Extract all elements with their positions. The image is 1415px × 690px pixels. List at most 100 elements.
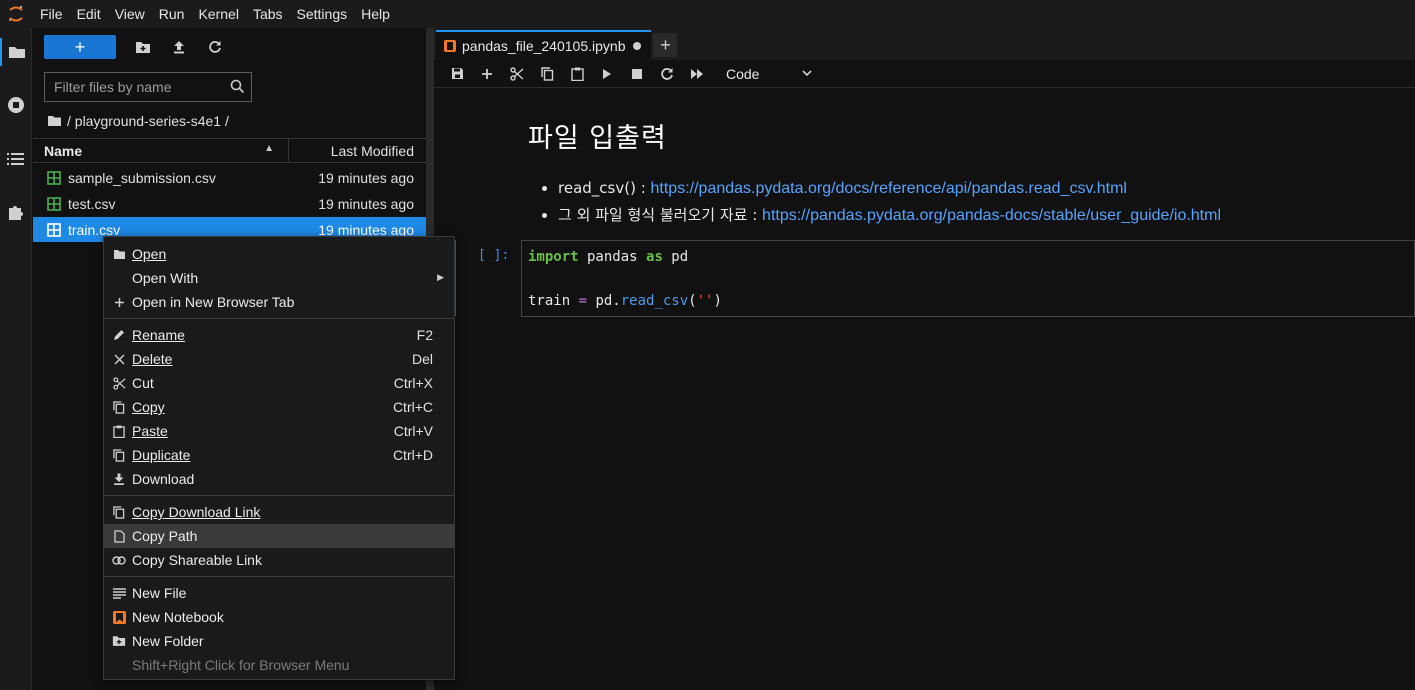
code-keyword: import bbox=[528, 249, 579, 265]
code-cell[interactable]: [ ]: import pandas as pd train = pd.read… bbox=[434, 240, 1415, 318]
code-text: pandas bbox=[578, 249, 647, 265]
notebook-icon bbox=[104, 610, 132, 624]
toc-icon[interactable] bbox=[0, 145, 32, 173]
folder-icon bbox=[104, 249, 132, 260]
restart-icon[interactable] bbox=[652, 62, 682, 86]
menu-item-label: Copy Shareable Link bbox=[132, 552, 262, 568]
menu-item-rename[interactable]: Rename F2 bbox=[104, 323, 454, 347]
extension-icon[interactable] bbox=[0, 198, 32, 226]
menu-item-new-file[interactable]: New File bbox=[104, 581, 454, 605]
menu-divider bbox=[104, 576, 454, 577]
menu-item-open[interactable]: Open bbox=[104, 242, 454, 266]
menu-item-label: Duplicate bbox=[132, 447, 191, 463]
doc-link[interactable]: https://pandas.pydata.org/docs/reference… bbox=[651, 180, 1127, 197]
list-item: read_csv() : https://pandas.pydata.org/d… bbox=[558, 175, 1221, 202]
csv-file-icon bbox=[47, 222, 61, 237]
filter-files-field[interactable] bbox=[44, 72, 252, 102]
unsaved-dot-icon[interactable] bbox=[633, 42, 642, 50]
menu-item-label: Copy bbox=[132, 399, 165, 415]
menu-item-duplicate[interactable]: Duplicate Ctrl+D bbox=[104, 443, 454, 467]
menu-item-delete[interactable]: Delete Del bbox=[104, 347, 454, 371]
copy-icon bbox=[104, 505, 132, 519]
fast-forward-icon[interactable] bbox=[682, 62, 712, 86]
menu-item-cut[interactable]: Cut Ctrl+X bbox=[104, 371, 454, 395]
run-icon[interactable] bbox=[592, 62, 622, 86]
menu-item-copy-download-link[interactable]: Copy Download Link bbox=[104, 500, 454, 524]
add-tab-button[interactable]: + bbox=[653, 33, 678, 57]
stop-icon[interactable] bbox=[622, 62, 652, 86]
menu-item-copy[interactable]: Copy Ctrl+C bbox=[104, 395, 454, 419]
code-operator: = bbox=[578, 293, 588, 309]
menu-item-open-new-tab[interactable]: Open in New Browser Tab bbox=[104, 290, 454, 314]
save-icon[interactable] bbox=[442, 62, 472, 86]
menu-settings[interactable]: Settings bbox=[290, 0, 355, 28]
menu-item-download[interactable]: Download bbox=[104, 467, 454, 491]
menu-file[interactable]: File bbox=[32, 0, 70, 28]
cell-type-value: Code bbox=[726, 65, 760, 82]
tab-label: pandas_file_240105.ipynb bbox=[462, 38, 626, 54]
menu-item-new-notebook[interactable]: New Notebook bbox=[104, 605, 454, 629]
menu-item-label: Paste bbox=[132, 423, 168, 439]
new-folder-icon bbox=[104, 635, 132, 647]
menu-run[interactable]: Run bbox=[152, 0, 192, 28]
plus-icon bbox=[104, 297, 132, 308]
markdown-heading: 파일 입출력 bbox=[528, 123, 667, 154]
tab-notebook[interactable]: pandas_file_240105.ipynb bbox=[436, 30, 652, 60]
menu-tabs[interactable]: Tabs bbox=[246, 0, 290, 28]
name-column-header[interactable]: Name ▲ bbox=[33, 139, 289, 162]
paste-icon bbox=[104, 425, 132, 438]
menu-item-label: Shift+Right Click for Browser Menu bbox=[132, 657, 350, 673]
code-editor[interactable]: import pandas as pd train = pd.read_csv(… bbox=[521, 240, 1415, 317]
new-folder-icon[interactable] bbox=[128, 35, 158, 59]
menu-item-copy-path[interactable]: Copy Path bbox=[104, 524, 454, 548]
notebook-area: pandas_file_240105.ipynb + Code 파일 입출력 •… bbox=[434, 28, 1415, 690]
paste-icon[interactable] bbox=[562, 62, 592, 86]
breadcrumb-path[interactable]: / playground-series-s4e1 / bbox=[67, 113, 229, 129]
plus-icon: + bbox=[74, 37, 86, 57]
menu-item-open-with[interactable]: Open With ▶ bbox=[104, 266, 454, 290]
markdown-cell[interactable]: 파일 입출력 read_csv() : https://pandas.pydat… bbox=[528, 116, 1221, 229]
file-name: test.csv bbox=[68, 195, 116, 212]
menu-item-label: Delete bbox=[132, 351, 173, 367]
file-list-header: Name ▲ Last Modified bbox=[33, 138, 426, 163]
menu-item-copy-shareable-link[interactable]: Copy Shareable Link bbox=[104, 548, 454, 572]
cell-type-dropdown[interactable]: Code bbox=[722, 63, 818, 85]
menu-item-shortcut: Ctrl+X bbox=[393, 375, 433, 391]
folder-icon bbox=[48, 116, 61, 126]
plus-icon: + bbox=[660, 34, 671, 55]
file-row[interactable]: test.csv 19 minutes ago bbox=[33, 191, 426, 216]
menu-bar: File Edit View Run Kernel Tabs Settings … bbox=[0, 0, 1415, 28]
doc-link[interactable]: https://pandas.pydata.org/pandas-docs/st… bbox=[762, 207, 1221, 224]
menu-view[interactable]: View bbox=[108, 0, 152, 28]
file-browser-toolbar: + bbox=[33, 28, 426, 66]
menu-item-shortcut: F2 bbox=[416, 327, 433, 343]
copy-icon[interactable] bbox=[532, 62, 562, 86]
chevron-right-icon: ▶ bbox=[437, 272, 444, 282]
duplicate-icon bbox=[104, 448, 132, 462]
menu-edit[interactable]: Edit bbox=[70, 0, 108, 28]
download-icon bbox=[104, 473, 132, 485]
menu-item-label: Copy Path bbox=[132, 528, 198, 544]
csv-file-icon bbox=[47, 170, 61, 185]
upload-icon[interactable] bbox=[164, 35, 194, 59]
running-icon[interactable] bbox=[0, 91, 32, 119]
sort-ascending-icon: ▲ bbox=[264, 143, 274, 154]
file-row[interactable]: sample_submission.csv 19 minutes ago bbox=[33, 165, 426, 190]
breadcrumb: / playground-series-s4e1 / bbox=[47, 110, 229, 132]
menu-kernel[interactable]: Kernel bbox=[191, 0, 245, 28]
last-modified-column-header[interactable]: Last Modified bbox=[289, 139, 426, 162]
menu-help[interactable]: Help bbox=[354, 0, 397, 28]
new-launcher-button[interactable]: + bbox=[44, 35, 116, 59]
notebook-toolbar: Code bbox=[434, 60, 1415, 88]
chevron-down-icon bbox=[802, 70, 812, 77]
menu-item-new-folder[interactable]: New Folder bbox=[104, 629, 454, 653]
menu-item-label: Open With bbox=[132, 270, 199, 286]
cut-icon[interactable] bbox=[502, 62, 532, 86]
folder-icon[interactable] bbox=[0, 38, 32, 66]
menu-item-label: Copy Download Link bbox=[132, 504, 261, 520]
last-modified-header-label: Last Modified bbox=[330, 142, 414, 159]
menu-item-paste[interactable]: Paste Ctrl+V bbox=[104, 419, 454, 443]
refresh-icon[interactable] bbox=[200, 35, 230, 59]
filter-files-input[interactable] bbox=[54, 79, 224, 95]
insert-cell-icon[interactable] bbox=[472, 62, 502, 86]
